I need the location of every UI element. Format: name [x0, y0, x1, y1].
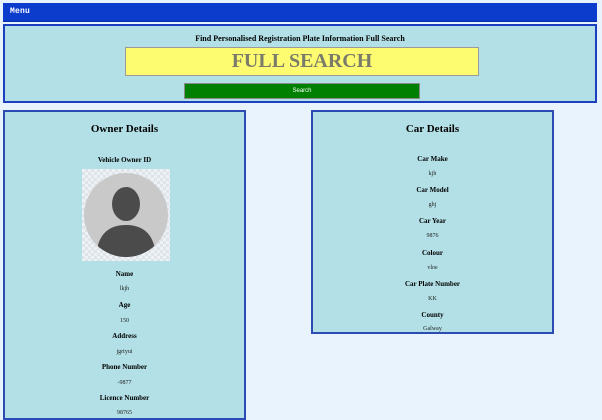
colour-value: vloe — [427, 265, 438, 271]
licence-number-value: 98765 — [117, 410, 132, 416]
county-label: County — [421, 311, 444, 319]
phone-number-label: Phone Number — [101, 363, 148, 371]
car-details-title: Car Details — [405, 123, 460, 135]
car-model-label: Car Model — [416, 186, 449, 194]
colour-label: Colour — [422, 249, 443, 257]
county-value: Galway — [423, 326, 442, 332]
car-year-label: Car Year — [418, 217, 447, 225]
owner-details-title: Owner Details — [90, 123, 159, 135]
menu-label[interactable]: Menu — [10, 7, 30, 16]
car-details-card: Car Details Car Make kjh Car Model ghj C… — [311, 110, 554, 334]
car-year-value: 9876 — [426, 233, 439, 239]
car-make-label: Car Make — [417, 155, 448, 163]
address-label: Address — [112, 332, 137, 340]
car-make-value: kjh — [428, 171, 437, 177]
search-input[interactable]: FULL SEARCH — [125, 47, 479, 76]
age-value: 150 — [120, 318, 129, 324]
licence-number-label: Licence Number — [99, 394, 150, 402]
user-silhouette-icon — [84, 173, 168, 257]
car-model-value: ghj — [428, 202, 437, 208]
phone-number-value: -9877 — [117, 380, 132, 386]
search-button[interactable]: Search — [184, 83, 420, 99]
menu-bar[interactable]: Menu — [3, 3, 597, 22]
search-panel: Find Personalised Registration Plate Inf… — [3, 24, 597, 103]
address-value: jgrtyui — [116, 349, 133, 355]
avatar — [82, 169, 170, 261]
owner-details-card: Owner Details Vehicle Owner ID Name lkjh… — [3, 110, 246, 420]
search-heading: Find Personalised Registration Plate Inf… — [195, 34, 405, 43]
car-plate-number-label: Car Plate Number — [404, 280, 461, 288]
vehicle-owner-id-label: Vehicle Owner ID — [97, 156, 152, 164]
name-label: Name — [115, 270, 134, 278]
age-label: Age — [118, 301, 131, 309]
name-value: lkjh — [119, 286, 130, 292]
car-plate-number-value: KK — [428, 296, 437, 302]
